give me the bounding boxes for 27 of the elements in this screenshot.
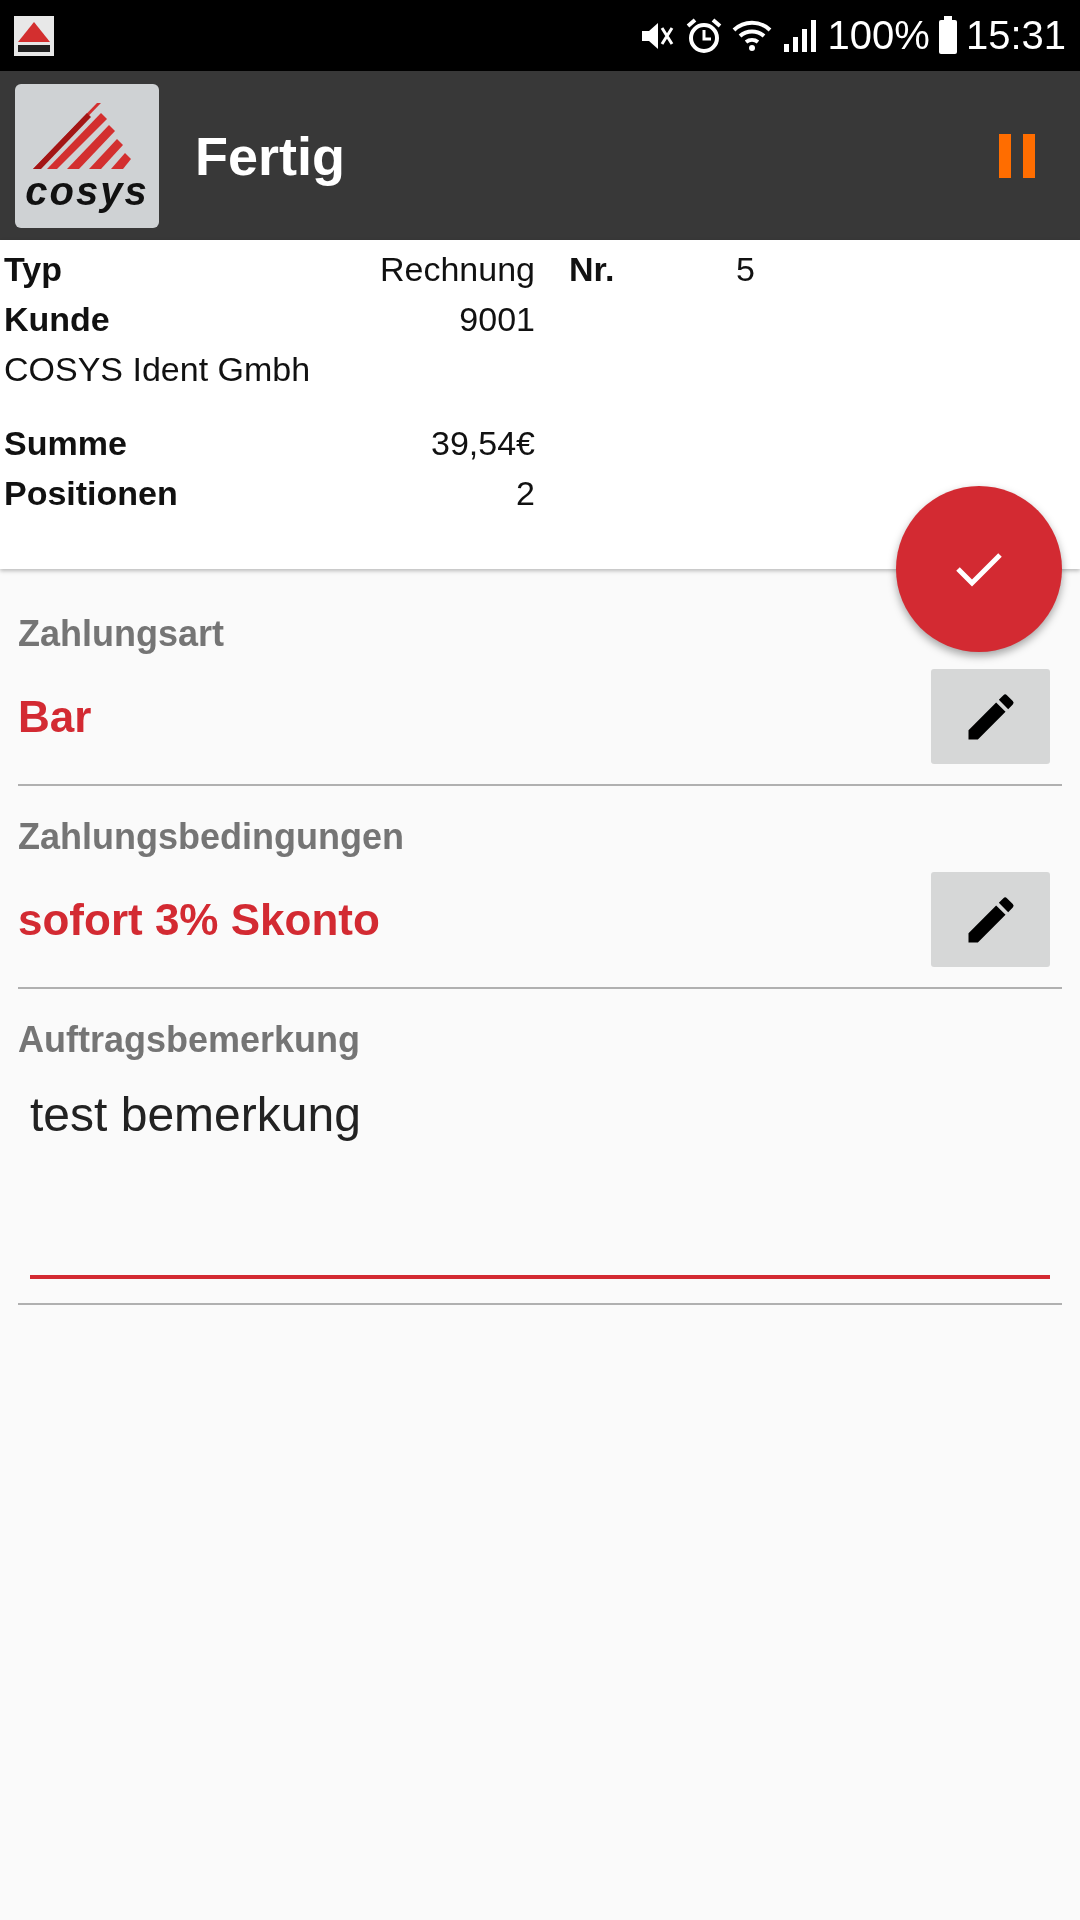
sum-value: 39,54€ xyxy=(430,423,535,464)
battery-icon xyxy=(937,15,958,56)
remark-field[interactable]: test bemerkung xyxy=(30,1087,1050,1279)
number-label: Nr. xyxy=(568,249,616,290)
edit-button[interactable] xyxy=(931,669,1050,764)
section-label: Zahlungsart xyxy=(18,613,225,655)
positions-value: 2 xyxy=(515,473,535,514)
battery-percent: 100% xyxy=(827,13,930,58)
pause-icon[interactable] xyxy=(999,133,1035,178)
selected-value: sofort 3% Skonto xyxy=(18,894,380,945)
type-label: Typ xyxy=(4,249,63,290)
sum-label: Summe xyxy=(4,423,128,464)
section-label: Auftragsbemerkung xyxy=(18,1019,362,1061)
selected-value: Bar xyxy=(18,691,92,742)
logo-text: cosys xyxy=(25,170,149,211)
customer-value: 9001 xyxy=(458,299,535,340)
customer-name: COSYS Ident Gmbh xyxy=(4,349,312,390)
app-logo-icon xyxy=(14,15,54,56)
edit-button[interactable] xyxy=(931,872,1050,967)
clock-time: 15:31 xyxy=(965,13,1066,58)
positions-label: Positionen xyxy=(4,473,179,514)
number-value: 5 xyxy=(735,249,755,290)
check-icon xyxy=(955,551,1003,587)
type-value: Rechnung xyxy=(379,249,535,290)
customer-label: Kunde xyxy=(4,299,111,340)
screen-title: Fertig xyxy=(195,124,346,187)
section-label: Zahlungsbedingungen xyxy=(18,816,405,858)
